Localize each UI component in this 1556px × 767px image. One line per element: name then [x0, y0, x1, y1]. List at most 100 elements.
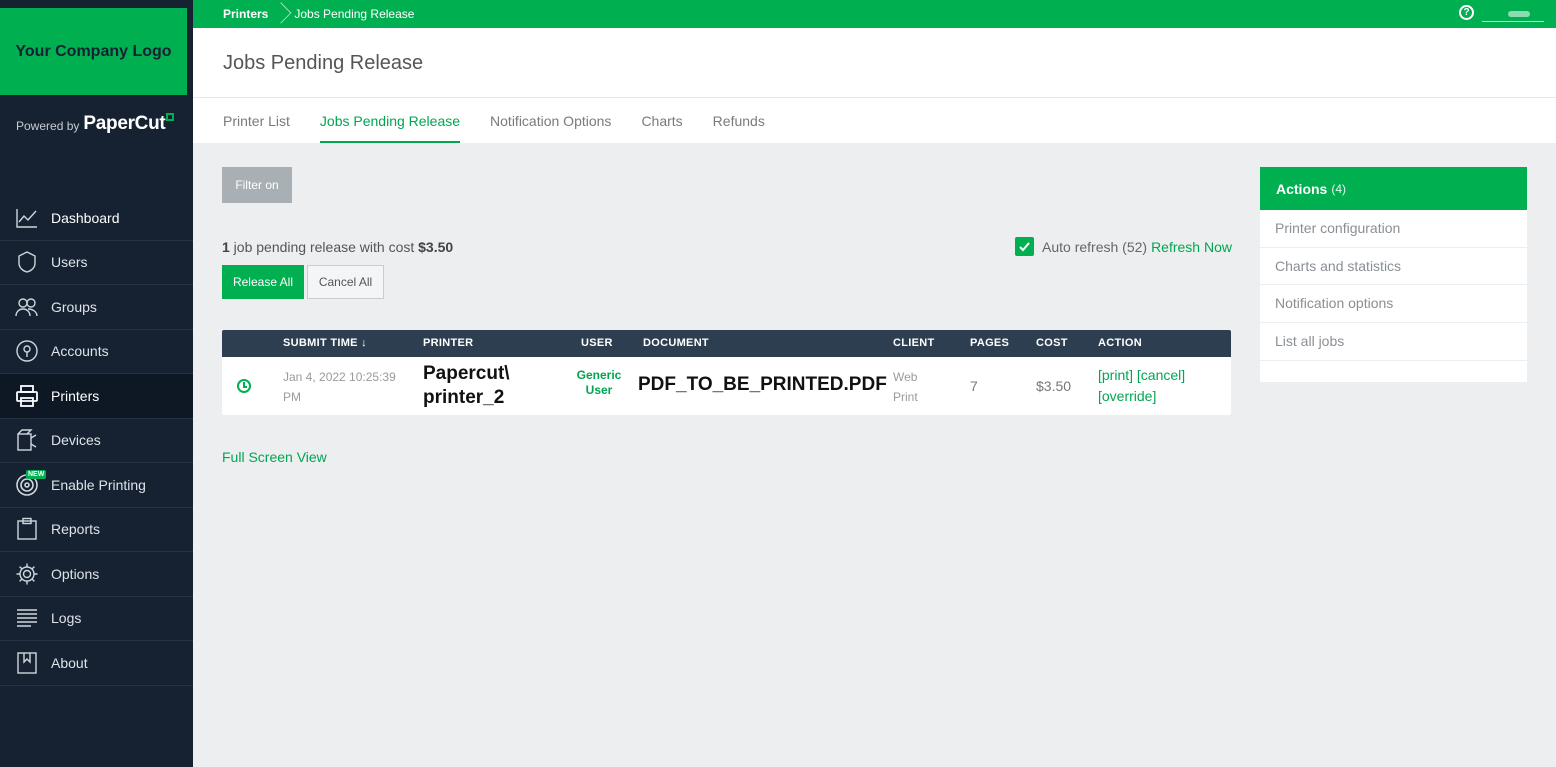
cell-client: Web Print	[893, 370, 918, 404]
full-screen-view-link[interactable]: Full Screen View	[222, 449, 327, 465]
jobs-table: SUBMIT TIME ↓ PRINTER USER DOCUMENT CLIE…	[222, 330, 1231, 415]
company-logo[interactable]: Your Company Logo	[0, 8, 187, 95]
cancel-all-button[interactable]: Cancel All	[307, 265, 384, 299]
tab-bar: Printer List Jobs Pending Release Notifi…	[193, 98, 1556, 143]
tab-printer-list[interactable]: Printer List	[223, 98, 290, 143]
sidebar-item-reports[interactable]: Reports	[0, 508, 193, 552]
cell-pages: 7	[970, 378, 978, 394]
cell-cost: $3.50	[1036, 378, 1072, 394]
clock-icon	[237, 379, 251, 393]
groups-icon	[15, 295, 39, 319]
list-lines-icon	[15, 606, 39, 630]
pending-summary: 1 job pending release with cost $3.50	[222, 239, 453, 255]
filter-button[interactable]: Filter on	[222, 167, 292, 203]
summary-text: job pending release with cost	[229, 239, 419, 255]
actions-title: Actions	[1276, 180, 1328, 197]
override-job-link[interactable]: [override]	[1098, 388, 1156, 404]
release-all-button[interactable]: Release All	[222, 265, 304, 299]
sidebar-item-label: Dashboard	[51, 209, 120, 226]
cell-document: PDF_TO_BE_PRINTED.PDF	[638, 374, 887, 395]
column-header-action: ACTION	[1098, 337, 1142, 349]
action-notification-options[interactable]: Notification options	[1260, 285, 1527, 323]
sidebar-item-label: Users	[51, 254, 88, 271]
sidebar-item-label: Printers	[51, 387, 100, 404]
sidebar-item-label: Enable Printing	[51, 476, 146, 493]
tab-jobs-pending-release[interactable]: Jobs Pending Release	[319, 98, 461, 143]
sidebar-item-label: Groups	[51, 298, 97, 315]
powered-by-label: Powered by	[16, 119, 80, 133]
cancel-job-link[interactable]: [cancel]	[1137, 367, 1185, 383]
action-printer-configuration[interactable]: Printer configuration	[1260, 210, 1527, 248]
breadcrumb-printers[interactable]: Printers	[223, 7, 268, 21]
tab-charts[interactable]: Charts	[641, 98, 682, 143]
page-title: Jobs Pending Release	[223, 52, 424, 74]
column-header-printer[interactable]: PRINTER	[423, 337, 473, 349]
sidebar-item-dashboard[interactable]: Dashboard	[0, 196, 193, 241]
accounts-coin-icon	[15, 339, 39, 363]
actions-panel-footer	[1260, 360, 1527, 382]
actions-count: (4)	[1331, 181, 1347, 196]
company-logo-text: Your Company Logo	[15, 42, 172, 60]
username-redacted	[1508, 10, 1530, 17]
sidebar-item-groups[interactable]: Groups	[0, 285, 193, 330]
user-menu[interactable]	[1482, 6, 1544, 22]
print-job-link[interactable]: [print]	[1098, 367, 1133, 383]
sidebar-item-enable-printing[interactable]: NEW Enable Printing	[0, 463, 193, 508]
clipboard-icon	[15, 517, 39, 541]
device-icon	[15, 428, 39, 452]
cell-user-link[interactable]: Generic User	[571, 368, 627, 398]
sidebar-item-users[interactable]: Users	[0, 241, 193, 285]
sidebar-item-accounts[interactable]: Accounts	[0, 330, 193, 374]
summary-count: 1	[222, 239, 230, 255]
auto-refresh-label: Auto refresh (52)	[1042, 238, 1148, 255]
top-bar: Printers Jobs Pending Release ?	[193, 0, 1556, 28]
action-charts-and-statistics[interactable]: Charts and statistics	[1260, 248, 1527, 285]
sidebar-item-label: About	[51, 654, 88, 671]
cell-printer: Papercut\ printer_2	[423, 363, 510, 408]
auto-refresh-checkbox[interactable]	[1015, 237, 1034, 256]
refresh-now-link[interactable]: Refresh Now	[1151, 239, 1232, 255]
summary-cost: $3.50	[418, 239, 454, 255]
table-header: SUBMIT TIME ↓ PRINTER USER DOCUMENT CLIE…	[222, 330, 1231, 357]
help-icon[interactable]: ?	[1459, 5, 1474, 20]
tab-notification-options[interactable]: Notification Options	[490, 98, 611, 143]
printer-icon	[15, 384, 39, 408]
breadcrumb-separator-icon	[276, 0, 286, 28]
table-row: Jan 4, 2022 10:25:39 PM Papercut\ printe…	[222, 357, 1231, 415]
sidebar-item-options[interactable]: Options	[0, 552, 193, 597]
papercut-logo-text: PaperCut	[83, 113, 166, 134]
bookmark-icon	[15, 651, 39, 675]
sidebar-nav: Dashboard Users Groups Accounts Printers	[0, 196, 193, 686]
sidebar-item-about[interactable]: About	[0, 641, 193, 686]
sidebar-item-label: Logs	[51, 610, 82, 627]
page-header: Jobs Pending Release	[193, 28, 1556, 98]
cell-actions: [print] [cancel] [override]	[1098, 365, 1218, 407]
new-badge: NEW	[26, 470, 47, 479]
actions-panel: Actions (4) Printer configuration Charts…	[1260, 167, 1527, 382]
sidebar-item-label: Accounts	[51, 343, 109, 360]
checkmark-icon	[1019, 242, 1030, 252]
actions-panel-header: Actions (4)	[1260, 167, 1527, 210]
column-header-document[interactable]: DOCUMENT	[643, 337, 709, 349]
tab-refunds[interactable]: Refunds	[713, 98, 765, 143]
column-header-pages[interactable]: PAGES	[970, 337, 1009, 349]
dashboard-chart-icon	[15, 206, 39, 230]
user-shield-icon	[15, 250, 39, 274]
sidebar-item-printers[interactable]: Printers	[0, 374, 193, 419]
column-header-submit-time[interactable]: SUBMIT TIME ↓	[283, 337, 367, 349]
auto-refresh: Auto refresh (52) Refresh Now	[1015, 237, 1232, 256]
action-list-all-jobs[interactable]: List all jobs	[1260, 323, 1527, 361]
cell-submit-time: Jan 4, 2022 10:25:39 PM	[283, 370, 396, 404]
breadcrumb-current: Jobs Pending Release	[294, 7, 415, 21]
column-header-client[interactable]: CLIENT	[893, 337, 935, 349]
column-header-cost[interactable]: COST	[1036, 337, 1068, 349]
papercut-leaf-icon	[166, 113, 175, 121]
powered-by-papercut: Powered by PaperCut	[16, 113, 175, 135]
column-header-user[interactable]: USER	[581, 337, 613, 349]
gear-icon	[15, 562, 39, 586]
sidebar-item-label: Reports	[51, 521, 101, 538]
sidebar-item-label: Devices	[51, 432, 101, 449]
sidebar-item-logs[interactable]: Logs	[0, 597, 193, 641]
sidebar-item-devices[interactable]: Devices	[0, 419, 193, 463]
sidebar: Your Company Logo Powered by PaperCut Da…	[0, 0, 193, 767]
